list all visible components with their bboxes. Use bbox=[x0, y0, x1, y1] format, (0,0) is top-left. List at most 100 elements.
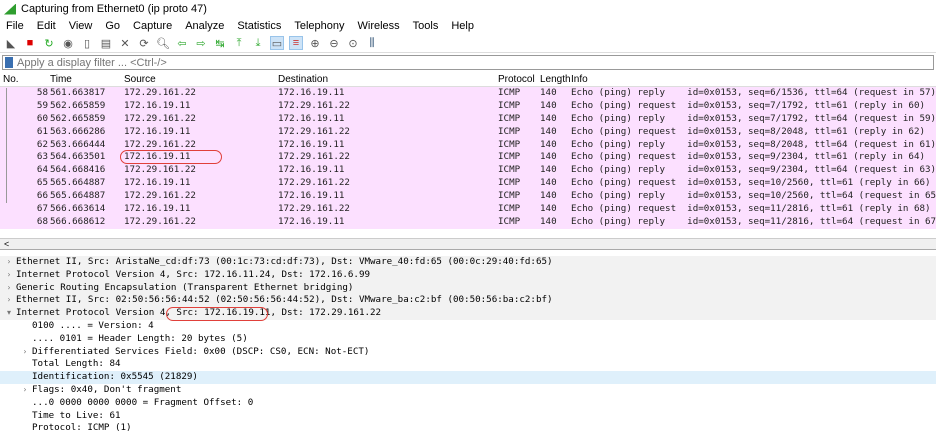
menu-go[interactable]: Go bbox=[105, 20, 120, 32]
menu-bar: File Edit View Go Capture Analyze Statistics Te… bbox=[0, 18, 936, 34]
detail-row[interactable]: › Ethernet II, Src: AristaNe_cd:df:73 (00… bbox=[0, 256, 936, 269]
expand-icon[interactable]: › bbox=[18, 384, 32, 397]
detail-row[interactable]: Protocol: ICMP (1) bbox=[0, 422, 936, 435]
bookmark-icon[interactable] bbox=[5, 57, 13, 68]
menu-capture[interactable]: Capture bbox=[133, 20, 172, 32]
menu-file[interactable]: File bbox=[6, 20, 24, 32]
no-arrow bbox=[18, 320, 32, 333]
detail-row[interactable]: Time to Live: 61 bbox=[0, 410, 936, 423]
packet-row[interactable]: 58 561.663817 172.29.161.22 172.16.19.11 ICM… bbox=[0, 87, 936, 100]
options-icon[interactable]: ◉ bbox=[61, 36, 75, 50]
last-icon[interactable]: ⤓ bbox=[251, 36, 265, 50]
autoscroll-icon[interactable]: ▭ bbox=[270, 36, 284, 50]
display-filter-input[interactable] bbox=[17, 56, 933, 69]
detail-row[interactable]: › Differentiated Services Field: 0x00 (DS… bbox=[0, 346, 936, 359]
colorize-icon[interactable]: ≡ bbox=[289, 36, 303, 50]
menu-help[interactable]: Help bbox=[451, 20, 474, 32]
packet-row[interactable]: 67 566.663614 172.16.19.11 172.29.161.22 ICM… bbox=[0, 203, 936, 216]
column-time[interactable]: Time bbox=[50, 74, 72, 85]
packet-row[interactable]: 59 562.665859 172.16.19.11 172.29.161.22 ICM… bbox=[0, 99, 936, 113]
packet-list: No. Time Source Destination Protocol Len… bbox=[0, 72, 936, 232]
packet-source: 172.16.19.11 bbox=[124, 177, 191, 189]
packet-protocol: ICMP bbox=[498, 203, 521, 215]
packet-source: 172.16.19.11 bbox=[124, 99, 191, 111]
open-icon[interactable]: ▯ bbox=[80, 36, 94, 50]
packet-time: 563.666286 bbox=[50, 125, 106, 137]
menu-view[interactable]: View bbox=[69, 20, 93, 32]
find-icon[interactable]: 🔍︎ bbox=[156, 36, 170, 50]
packet-destination: 172.16.19.11 bbox=[278, 215, 345, 227]
goto-icon[interactable]: ↹ bbox=[213, 36, 227, 50]
detail-row[interactable]: Identification: 0x5545 (21829) bbox=[0, 371, 936, 384]
packet-time: 563.666444 bbox=[50, 138, 106, 150]
packet-row[interactable]: 61 563.666286 172.16.19.11 172.29.161.22 ICM… bbox=[0, 125, 936, 139]
column-no[interactable]: No. bbox=[3, 74, 19, 85]
menu-wireless[interactable]: Wireless bbox=[358, 20, 400, 32]
expand-icon[interactable]: › bbox=[2, 256, 16, 269]
packet-length: 140 bbox=[540, 87, 557, 98]
zoom-in-icon[interactable]: ⊕ bbox=[308, 36, 322, 50]
expand-icon[interactable]: › bbox=[2, 269, 16, 282]
collapse-icon[interactable]: ▾ bbox=[2, 307, 16, 320]
detail-row[interactable]: › Ethernet II, Src: 02:50:56:56:44:52 (02… bbox=[0, 294, 936, 308]
detail-row[interactable]: 0100 .... = Version: 4 bbox=[0, 320, 936, 333]
menu-statistics[interactable]: Statistics bbox=[237, 20, 281, 32]
packet-row[interactable]: 64 564.668416 172.29.161.22 172.16.19.11 ICM… bbox=[0, 164, 936, 178]
shark-fin-icon[interactable]: ◣ bbox=[4, 36, 18, 50]
scroll-left-icon[interactable]: < bbox=[4, 239, 9, 249]
packet-info: Echo (ping) request id=0x0153, seq=10/25… bbox=[571, 177, 931, 189]
expand-icon[interactable]: › bbox=[2, 282, 16, 295]
column-protocol[interactable]: Protocol bbox=[498, 74, 535, 85]
close-file-icon[interactable]: ✕ bbox=[118, 36, 132, 50]
packet-row[interactable]: 68 566.668612 172.29.161.22 172.16.19.11 ICM… bbox=[0, 215, 936, 229]
packet-info: Echo (ping) request id=0x0153, seq=9/230… bbox=[571, 151, 926, 163]
packet-time: 562.665859 bbox=[50, 112, 106, 124]
detail-text: Total Length: 84 bbox=[32, 358, 121, 370]
column-destination[interactable]: Destination bbox=[278, 74, 328, 85]
packet-source: 172.29.161.22 bbox=[124, 215, 196, 227]
packet-row[interactable]: 65 565.664887 172.16.19.11 172.29.161.22 ICM… bbox=[0, 177, 936, 191]
zoom-out-icon[interactable]: ⊖ bbox=[327, 36, 341, 50]
packet-protocol: ICMP bbox=[498, 215, 521, 227]
packet-source: 172.29.161.22 bbox=[124, 190, 196, 202]
packet-info: Echo (ping) request id=0x0153, seq=7/179… bbox=[571, 99, 926, 111]
first-icon[interactable]: ⤒ bbox=[232, 36, 246, 50]
stop-icon[interactable]: ■ bbox=[23, 36, 37, 50]
packet-row[interactable]: 66 565.664887 172.29.161.22 172.16.19.11 ICM… bbox=[0, 190, 936, 204]
packet-protocol: ICMP bbox=[498, 112, 521, 124]
packet-details: › Ethernet II, Src: AristaNe_cd:df:73 (00… bbox=[0, 256, 936, 435]
column-source[interactable]: Source bbox=[124, 74, 156, 85]
restart-icon[interactable]: ↻ bbox=[42, 36, 56, 50]
detail-row[interactable]: Total Length: 84 bbox=[0, 358, 936, 371]
column-info[interactable]: Info bbox=[571, 74, 588, 85]
column-length[interactable]: Length bbox=[540, 74, 571, 85]
detail-row[interactable]: .... 0101 = Header Length: 20 bytes (5) bbox=[0, 333, 936, 346]
no-arrow bbox=[18, 422, 32, 435]
expand-icon[interactable]: › bbox=[18, 346, 32, 359]
save-icon[interactable]: ▤ bbox=[99, 36, 113, 50]
detail-row[interactable]: ...0 0000 0000 0000 = Fragment Offset: 0 bbox=[0, 397, 936, 410]
detail-row[interactable]: › Internet Protocol Version 4, Src: 172.1… bbox=[0, 268, 936, 282]
menu-edit[interactable]: Edit bbox=[37, 20, 56, 32]
detail-text: Identification: 0x5545 (21829) bbox=[32, 371, 198, 383]
expand-icon[interactable]: › bbox=[2, 294, 16, 307]
resize-columns-icon[interactable]: ⫼ bbox=[365, 36, 379, 50]
detail-text: Differentiated Services Field: 0x00 (DSC… bbox=[32, 345, 370, 357]
packet-source: 172.16.19.11 bbox=[124, 203, 191, 215]
detail-row[interactable]: › Generic Routing Encapsulation (Transpar… bbox=[0, 281, 936, 295]
reload-icon[interactable]: ⟳ bbox=[137, 36, 151, 50]
horizontal-scrollbar[interactable]: < bbox=[0, 238, 936, 250]
packet-info: Echo (ping) reply id=0x0153, seq=10/2560… bbox=[571, 190, 936, 202]
zoom-normal-icon[interactable]: ⊙ bbox=[346, 36, 360, 50]
detail-row[interactable]: › Flags: 0x40, Don't fragment bbox=[0, 384, 936, 397]
packet-length: 140 bbox=[540, 99, 557, 111]
detail-row[interactable]: ▾ Internet Protocol Version 4, Src: 172.1… bbox=[0, 307, 936, 320]
menu-tools[interactable]: Tools bbox=[413, 20, 439, 32]
packet-row[interactable]: 60 562.665859 172.29.161.22 172.16.19.11 ICM… bbox=[0, 112, 936, 126]
menu-analyze[interactable]: Analyze bbox=[185, 20, 224, 32]
menu-telephony[interactable]: Telephony bbox=[294, 20, 344, 32]
forward-icon[interactable]: ⇨ bbox=[194, 36, 208, 50]
packet-time: 561.663817 bbox=[50, 87, 106, 98]
back-icon[interactable]: ⇦ bbox=[175, 36, 189, 50]
packet-destination: 172.29.161.22 bbox=[278, 203, 350, 215]
